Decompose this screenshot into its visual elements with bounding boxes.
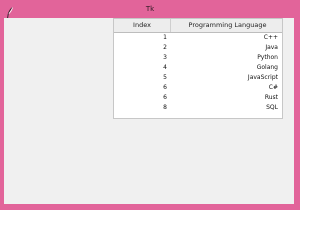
row-index: 6 [163, 94, 167, 101]
table-row[interactable]: 6 Rust [114, 93, 282, 103]
window-title: Tk [145, 5, 155, 13]
table-row[interactable]: 2 Java [114, 43, 282, 53]
row-index: 2 [163, 44, 167, 51]
language-table[interactable]: Index Programming Language 1 C++ 2 Java … [113, 18, 283, 119]
app-window: Tk Index Programming Language 1 C++ 2 Ja… [0, 0, 300, 210]
table-row[interactable]: 5 JavaScript [114, 73, 282, 83]
row-index: 6 [163, 84, 167, 91]
row-language: SQL [266, 104, 278, 111]
row-index: 1 [163, 34, 167, 41]
row-language: Rust [264, 94, 278, 101]
row-index: 3 [163, 54, 167, 61]
row-index: 5 [163, 74, 167, 81]
row-language: Golang [256, 64, 278, 71]
window-client-area: Index Programming Language 1 C++ 2 Java … [4, 18, 294, 204]
row-language: Python [257, 54, 278, 61]
table-row[interactable]: 8 SQL [114, 103, 282, 113]
row-language: JavaScript [247, 74, 278, 81]
row-index: 4 [163, 64, 167, 71]
table-row[interactable]: 6 C# [114, 83, 282, 93]
row-index: 8 [163, 104, 167, 111]
column-header-index[interactable]: Index [114, 19, 171, 32]
table-row[interactable]: 4 Golang [114, 63, 282, 73]
table-row[interactable]: 1 C++ [114, 33, 282, 43]
table-row[interactable]: 3 Python [114, 53, 282, 63]
row-language: Java [265, 44, 278, 51]
column-header-language[interactable]: Programming Language [171, 19, 282, 32]
row-language: C# [268, 84, 278, 91]
table-header: Index Programming Language [114, 19, 282, 33]
row-language: C++ [263, 34, 278, 41]
title-bar[interactable]: Tk [0, 0, 300, 20]
